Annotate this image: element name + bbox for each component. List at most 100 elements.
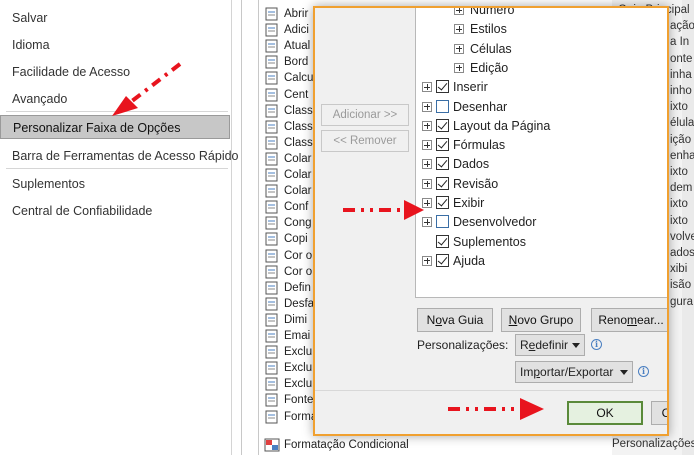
command-label: Colar — [284, 152, 312, 165]
tree-item-label: Desenvolvedor — [453, 215, 537, 230]
cancel-button[interactable]: C — [651, 401, 667, 425]
add-button[interactable]: Adicionar >> — [321, 104, 409, 126]
import-export-dropdown[interactable]: Importar/Exportar — [515, 361, 633, 383]
tree-item-estilos[interactable]: Estilos — [416, 20, 666, 38]
tree-item-label: Inserir — [453, 80, 488, 95]
expand-icon[interactable] — [422, 217, 432, 228]
command-label: Cor o — [284, 249, 313, 262]
command-label: Cent — [284, 88, 309, 101]
nav-item-trust-center[interactable]: Central de Confiabilidade — [0, 199, 230, 223]
checkbox[interactable] — [436, 80, 449, 94]
checkbox[interactable] — [436, 138, 449, 152]
delete-icon — [264, 345, 280, 359]
expand-icon[interactable] — [422, 101, 432, 112]
expand-icon[interactable] — [422, 198, 432, 208]
right-panel-text-item: onte — [670, 52, 693, 65]
expand-icon[interactable] — [422, 159, 432, 170]
right-panel-text-item: dem — [670, 182, 693, 195]
tree-item-inserir[interactable]: Inserir — [416, 78, 666, 96]
checkbox[interactable] — [436, 215, 449, 229]
undo-icon — [264, 297, 280, 311]
expand-icon[interactable] — [454, 43, 464, 54]
freeze-panes-icon — [264, 216, 280, 230]
command-item[interactable]: Formatação Condicional — [264, 436, 424, 454]
tree-item-layout-da-p-gina[interactable]: Layout da Página — [416, 117, 666, 135]
expand-icon[interactable] — [422, 82, 432, 93]
expand-icon[interactable] — [454, 8, 464, 15]
remove-button[interactable]: << Remover — [321, 130, 409, 152]
ribbon-tabs-tree[interactable]: Número Estilos Células Edição Inserir Desenha… — [415, 6, 667, 298]
expand-icon[interactable] — [454, 62, 464, 73]
tree-item-label: Fórmulas — [453, 138, 506, 153]
right-panel-text-item: ixto — [670, 198, 688, 211]
nav-item-customize-ribbon[interactable]: Personalizar Faixa de Opções — [0, 115, 230, 139]
sort-ascending-icon — [264, 120, 280, 134]
tree-item-n-mero[interactable]: Número — [416, 6, 666, 19]
borders-icon — [264, 55, 280, 69]
tree-item-c-lulas[interactable]: Células — [416, 40, 666, 58]
label-part: definir — [535, 338, 569, 352]
info-icon[interactable]: i — [638, 366, 649, 377]
right-panel-text-item: gura — [670, 295, 694, 308]
label-accelerator: N — [508, 313, 518, 327]
command-label: Formatação Condicional — [284, 439, 409, 451]
paste-icon — [264, 152, 280, 166]
right-panel-text-item: ados — [670, 247, 694, 259]
new-tab-button[interactable]: Nova Guia — [417, 308, 493, 332]
delete-icon — [264, 361, 280, 375]
expand-icon[interactable] — [422, 178, 432, 189]
checkbox[interactable] — [436, 118, 449, 132]
tree-item-f-rmulas[interactable]: Fórmulas — [416, 136, 666, 154]
format-icon — [264, 410, 280, 424]
checkbox[interactable] — [436, 157, 449, 171]
filter-icon — [264, 23, 280, 37]
info-icon[interactable]: i — [591, 339, 602, 350]
tree-item-edi-o[interactable]: Edição — [416, 59, 666, 77]
command-label: Cor o — [284, 265, 313, 278]
ok-button[interactable]: OK — [567, 401, 643, 425]
nav-item-save[interactable]: Salvar — [0, 6, 230, 30]
checkbox[interactable] — [436, 176, 449, 190]
expand-icon[interactable] — [422, 120, 432, 131]
expand-icon[interactable] — [454, 24, 464, 35]
tree-item-exibir[interactable]: Exibir — [416, 194, 666, 212]
checkbox[interactable] — [436, 234, 449, 248]
command-label: Class — [284, 136, 313, 149]
right-panel-text-item: ição — [670, 133, 692, 146]
command-label: Class — [284, 120, 313, 133]
expand-icon[interactable] — [422, 140, 432, 151]
command-label: Abrir — [284, 8, 309, 20]
right-panel-text-item: Personalizações — [612, 438, 694, 450]
reset-dropdown[interactable]: Redefinir — [515, 334, 585, 356]
fill-color-icon — [264, 249, 280, 263]
tree-item-label: Revisão — [453, 176, 499, 191]
sort-descending-icon — [264, 136, 280, 150]
tree-item-desenvolvedor[interactable]: Desenvolvedor — [416, 213, 666, 231]
rename-button[interactable]: Renomear... — [591, 308, 667, 332]
tree-item-suplementos[interactable]: Suplementos — [416, 233, 666, 251]
checkbox[interactable] — [436, 99, 449, 113]
sort-icon — [264, 104, 280, 118]
nav-item-add-ins[interactable]: Suplementos — [0, 172, 230, 196]
command-label: Colar — [284, 169, 312, 181]
nav-item-advanced[interactable]: Avançado — [0, 87, 230, 111]
customizations-label: Personalizações: — [417, 338, 509, 352]
right-panel-text-item: a In — [670, 36, 690, 49]
nav-item-accessibility[interactable]: Facilidade de Acesso — [0, 60, 230, 84]
checkbox[interactable] — [436, 253, 449, 267]
panel-border — [258, 0, 259, 455]
tree-item-ajuda[interactable]: Ajuda — [416, 252, 666, 270]
nav-item-quick-access-toolbar[interactable]: Barra de Ferramentas de Acesso Rápido — [0, 144, 239, 168]
new-group-button[interactable]: Novo Grupo — [501, 308, 581, 332]
nav-divider — [6, 111, 228, 112]
tree-item-dados[interactable]: Dados — [416, 155, 666, 173]
tree-item-desenhar[interactable]: Desenhar — [416, 98, 666, 116]
nav-item-language[interactable]: Idioma — [0, 33, 230, 57]
tree-item-label: Suplementos — [453, 234, 526, 249]
tree-item-revis-o[interactable]: Revisão — [416, 175, 666, 193]
command-label: Adici — [284, 24, 309, 37]
expand-icon[interactable] — [422, 255, 432, 266]
tree-item-label: Número — [470, 6, 515, 17]
checkbox[interactable] — [436, 196, 449, 209]
label-part: N — [426, 313, 436, 327]
